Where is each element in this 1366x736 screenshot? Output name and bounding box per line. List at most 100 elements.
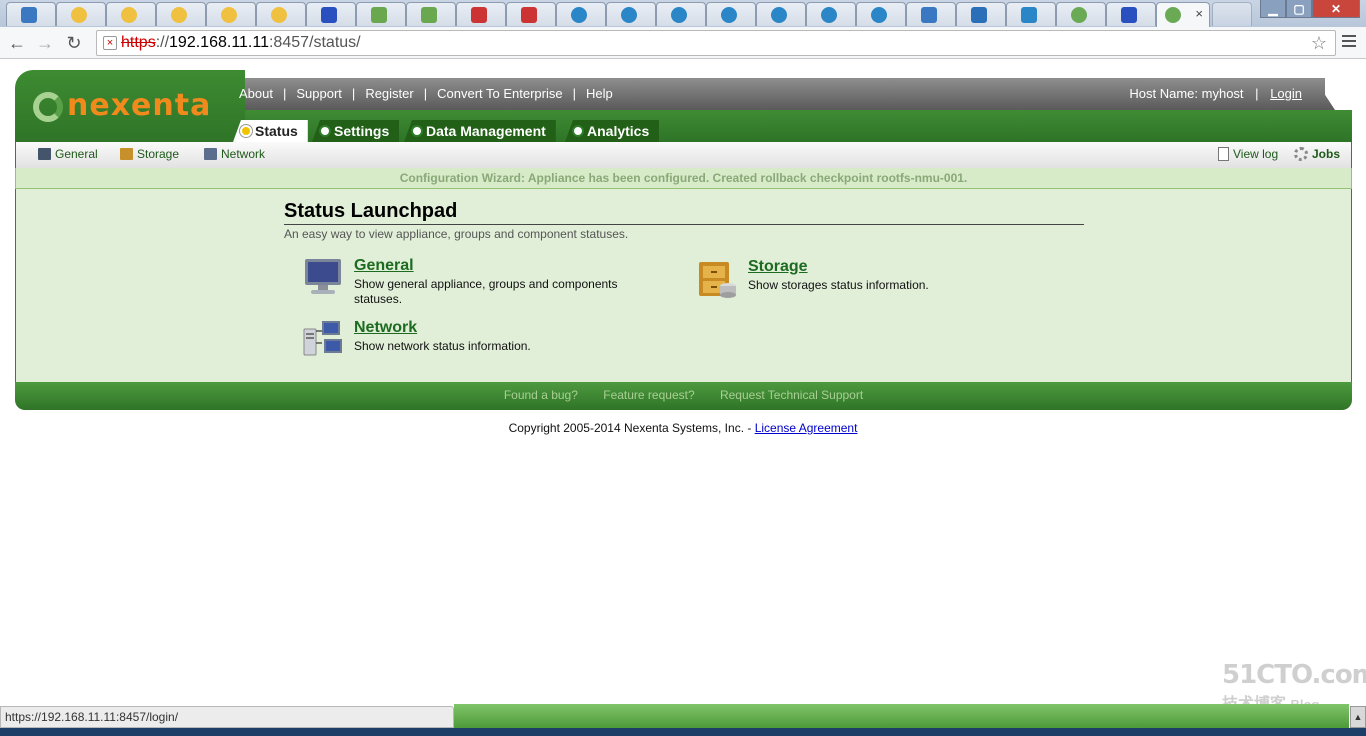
- sub-navigation: General Storage Network View log Jobs: [15, 142, 1352, 168]
- play-icon: [671, 7, 687, 23]
- subnav-general[interactable]: General: [38, 147, 98, 161]
- browser-tab[interactable]: [456, 2, 506, 26]
- browser-tab[interactable]: [856, 2, 906, 26]
- technical-support-link[interactable]: Request Technical Support: [720, 388, 863, 402]
- tab-settings[interactable]: Settings: [312, 120, 400, 142]
- logo[interactable]: nexenta: [15, 70, 245, 142]
- back-arrow-icon[interactable]: ←: [6, 32, 28, 54]
- bookmark-star-icon[interactable]: ☆: [1311, 31, 1327, 55]
- browser-tab[interactable]: [706, 2, 756, 26]
- browser-tab[interactable]: [956, 2, 1006, 26]
- network-link[interactable]: Network: [354, 319, 417, 337]
- bird-icon: [71, 7, 87, 23]
- browser-tab[interactable]: [1006, 2, 1056, 26]
- host-area: Host Name: myhost | Login: [1129, 86, 1302, 101]
- subnav-jobs[interactable]: Jobs: [1294, 147, 1340, 161]
- network-computers-icon: [303, 321, 342, 356]
- bird-icon: [221, 7, 237, 23]
- network-icon: [204, 148, 217, 160]
- tab-bullet-icon: [411, 125, 423, 137]
- tab-data-management[interactable]: Data Management: [404, 120, 556, 142]
- license-agreement-link[interactable]: License Agreement: [755, 421, 858, 435]
- page-subtitle: An easy way to view appliance, groups an…: [284, 227, 629, 241]
- link-about[interactable]: About: [239, 86, 273, 101]
- browser-tab[interactable]: [206, 2, 256, 26]
- mx-icon: [471, 7, 487, 23]
- subnav-network[interactable]: Network: [204, 147, 265, 161]
- subnav-view-log[interactable]: View log: [1218, 147, 1278, 161]
- browser-tab[interactable]: [656, 2, 706, 26]
- new-tab-button[interactable]: [1212, 2, 1252, 26]
- browser-tab[interactable]: [606, 2, 656, 26]
- found-bug-link[interactable]: Found a bug?: [504, 388, 578, 402]
- bird-icon: [171, 7, 187, 23]
- browser-tab[interactable]: [506, 2, 556, 26]
- play-icon: [621, 7, 637, 23]
- horizontal-scrollbar[interactable]: [454, 704, 1349, 728]
- storage-cabinet-icon: [699, 262, 736, 298]
- app-icon: [1021, 7, 1037, 23]
- menu-icon[interactable]: [1342, 35, 1356, 49]
- wizard-message: Configuration Wizard: Appliance has been…: [15, 168, 1352, 189]
- play-icon: [721, 7, 737, 23]
- play-icon: [871, 7, 887, 23]
- tab-bullet-icon: [319, 125, 331, 137]
- login-link[interactable]: Login: [1270, 86, 1302, 101]
- mx-icon: [521, 7, 537, 23]
- scroll-arrow-icon[interactable]: ▲: [1350, 706, 1366, 728]
- browser-tab[interactable]: [256, 2, 306, 26]
- browser-tab[interactable]: [906, 2, 956, 26]
- storage-icon: [120, 148, 133, 160]
- url-text: https://192.168.11.11:8457/status/: [121, 34, 361, 51]
- browser-tab-strip: × ▁ ▢ ✕: [0, 0, 1366, 27]
- tab-bullet-icon: [572, 125, 584, 137]
- browser-tab[interactable]: [556, 2, 606, 26]
- link-convert-enterprise[interactable]: Convert To Enterprise: [437, 86, 563, 101]
- monitor-icon: [38, 148, 51, 160]
- pencil-icon: [421, 7, 437, 23]
- browser-tab[interactable]: [306, 2, 356, 26]
- tab-bullet-icon: [240, 125, 252, 137]
- bird-icon: [271, 7, 287, 23]
- browser-tab[interactable]: [356, 2, 406, 26]
- copyright: Copyright 2005-2014 Nexenta Systems, Inc…: [508, 421, 858, 435]
- tab-status[interactable]: Status: [233, 120, 308, 142]
- browser-tab[interactable]: [6, 2, 56, 26]
- browser-tab[interactable]: [756, 2, 806, 26]
- link-register[interactable]: Register: [365, 86, 413, 101]
- close-tab-icon[interactable]: ×: [1195, 6, 1203, 21]
- status-bar-url: https://192.168.11.11:8457/login/: [0, 706, 454, 728]
- feature-request-link[interactable]: Feature request?: [603, 388, 694, 402]
- browser-tab[interactable]: [406, 2, 456, 26]
- nexenta-icon: [1071, 7, 1087, 23]
- minimize-button[interactable]: ▁: [1260, 0, 1286, 18]
- maximize-button[interactable]: ▢: [1286, 0, 1312, 18]
- close-window-button[interactable]: ✕: [1312, 0, 1360, 18]
- play-icon: [821, 7, 837, 23]
- address-bar[interactable]: × https://192.168.11.11:8457/status/ ☆: [96, 30, 1336, 56]
- page-title: Status Launchpad: [284, 200, 1084, 225]
- general-description: Show general appliance, groups and compo…: [354, 277, 618, 306]
- network-description: Show network status information.: [354, 339, 531, 353]
- link-support[interactable]: Support: [296, 86, 342, 101]
- browser-tab[interactable]: [106, 2, 156, 26]
- browser-tab[interactable]: [156, 2, 206, 26]
- browser-tab[interactable]: [806, 2, 856, 26]
- play-icon: [571, 7, 587, 23]
- browser-tab-active[interactable]: ×: [1156, 2, 1210, 27]
- nexenta-icon: [1165, 7, 1181, 23]
- finder-icon: [21, 7, 37, 23]
- browser-tab[interactable]: [1106, 2, 1156, 26]
- forward-arrow-icon[interactable]: →: [34, 32, 56, 54]
- link-help[interactable]: Help: [586, 86, 613, 101]
- tab-analytics[interactable]: Analytics: [565, 120, 660, 142]
- play-icon: [771, 7, 787, 23]
- bird-icon: [121, 7, 137, 23]
- browser-tab[interactable]: [56, 2, 106, 26]
- browser-tab[interactable]: [1056, 2, 1106, 26]
- subnav-storage[interactable]: Storage: [120, 147, 179, 161]
- general-link[interactable]: General: [354, 257, 414, 275]
- insecure-lock-icon: ×: [103, 36, 117, 50]
- storage-link[interactable]: Storage: [748, 258, 808, 276]
- reload-icon[interactable]: ↻: [63, 32, 85, 54]
